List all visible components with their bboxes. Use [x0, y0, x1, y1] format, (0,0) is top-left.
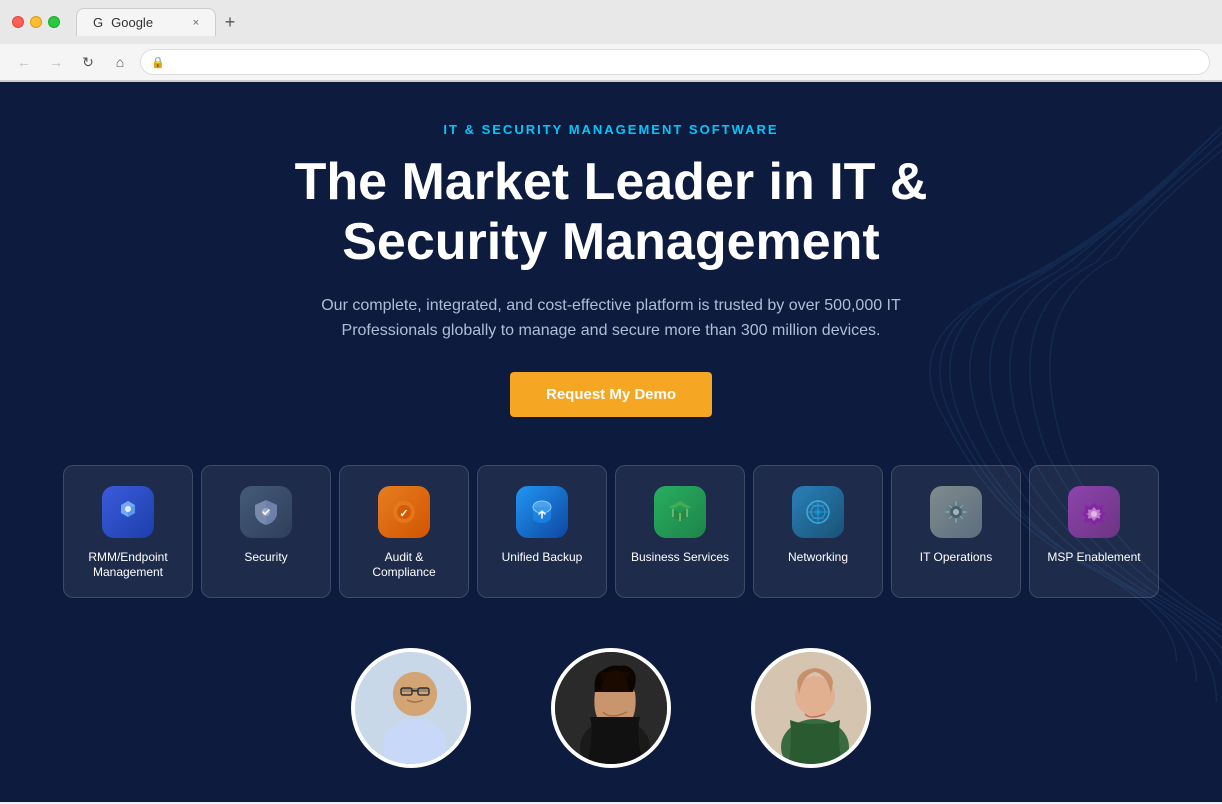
networking-icon — [792, 486, 844, 538]
security-label: Security — [216, 550, 316, 566]
minimize-button[interactable] — [30, 16, 42, 28]
feature-card-rmm[interactable]: RMM/Endpoint Management — [63, 465, 193, 598]
website-content: IT & SECURITY MANAGEMENT SOFTWARE The Ma… — [0, 82, 1222, 802]
back-button[interactable]: ← — [12, 50, 36, 74]
feature-card-business[interactable]: Business Services — [615, 465, 745, 598]
testimonial-avatar-2 — [551, 648, 671, 768]
audit-icon: ✓ — [378, 486, 430, 538]
url-bar[interactable]: 🔒 — [140, 49, 1210, 75]
operations-label: IT Operations — [906, 550, 1006, 566]
title-bar: G Google × + — [0, 0, 1222, 44]
audit-label: Audit & Compliance — [354, 550, 454, 581]
msp-icon — [1068, 486, 1120, 538]
lock-icon: 🔒 — [151, 56, 165, 69]
backup-icon — [516, 486, 568, 538]
feature-card-msp[interactable]: MSP Enablement — [1029, 465, 1159, 598]
feature-card-security[interactable]: Security — [201, 465, 331, 598]
networking-label: Networking — [768, 550, 868, 566]
home-button[interactable]: ⌂ — [108, 50, 132, 74]
svg-text:✓: ✓ — [399, 508, 408, 520]
backup-label: Unified Backup — [492, 550, 592, 566]
security-icon — [240, 486, 292, 538]
testimonial-avatar-1 — [351, 648, 471, 768]
tab-favicon: G — [93, 15, 103, 30]
msp-label: MSP Enablement — [1044, 550, 1144, 566]
tab-close-button[interactable]: × — [193, 17, 199, 29]
hero-title: The Market Leader in IT & Security Manag… — [261, 153, 961, 273]
hero-section: IT & SECURITY MANAGEMENT SOFTWARE The Ma… — [0, 82, 1222, 437]
reload-button[interactable]: ↻ — [76, 50, 100, 74]
operations-icon — [930, 486, 982, 538]
testimonials-section — [0, 628, 1222, 788]
browser-chrome: G Google × + ← → ↻ ⌂ 🔒 — [0, 0, 1222, 82]
feature-cards-section: RMM/Endpoint Management Security ✓ — [0, 437, 1222, 618]
forward-button[interactable]: → — [44, 50, 68, 74]
address-bar: ← → ↻ ⌂ 🔒 — [0, 44, 1222, 81]
feature-card-operations[interactable]: IT Operations — [891, 465, 1021, 598]
traffic-lights — [12, 16, 60, 28]
rmm-label: RMM/Endpoint Management — [78, 550, 178, 581]
close-button[interactable] — [12, 16, 24, 28]
maximize-button[interactable] — [48, 16, 60, 28]
new-tab-button[interactable]: + — [216, 8, 244, 36]
demo-request-button[interactable]: Request My Demo — [510, 372, 712, 417]
tab-title: Google — [111, 15, 153, 30]
rmm-icon — [102, 486, 154, 538]
testimonial-avatar-3 — [751, 648, 871, 768]
hero-eyebrow: IT & SECURITY MANAGEMENT SOFTWARE — [20, 122, 1202, 137]
browser-tab-active[interactable]: G Google × — [76, 8, 216, 36]
hero-subtitle: Our complete, integrated, and cost-effec… — [311, 293, 911, 344]
feature-card-networking[interactable]: Networking — [753, 465, 883, 598]
business-icon — [654, 486, 706, 538]
feature-card-audit[interactable]: ✓ Audit & Compliance — [339, 465, 469, 598]
feature-card-backup[interactable]: Unified Backup — [477, 465, 607, 598]
business-label: Business Services — [630, 550, 730, 566]
